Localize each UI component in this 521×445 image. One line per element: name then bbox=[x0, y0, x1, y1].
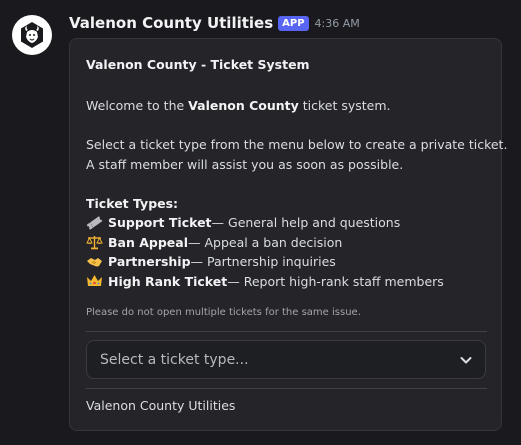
app-badge: APP bbox=[278, 15, 309, 31]
message-timestamp: 4:36 AM bbox=[314, 16, 360, 30]
ticket-type-name: Support Ticket bbox=[108, 215, 212, 230]
author-name[interactable]: Valenon County Utilities bbox=[69, 14, 273, 32]
ticket-type-partnership: Partnership — Partnership inquiries bbox=[86, 252, 491, 272]
divider bbox=[86, 331, 487, 332]
bot-avatar[interactable] bbox=[12, 15, 52, 55]
instructions-line-2: A staff member will assist you as soon a… bbox=[86, 156, 404, 172]
ticket-type-name: Partnership bbox=[108, 254, 191, 269]
chevron-down-icon bbox=[460, 356, 472, 363]
ticket-type-description: — Partnership inquiries bbox=[190, 254, 336, 269]
divider bbox=[86, 388, 487, 389]
ticket-type-description: — General help and questions bbox=[211, 215, 401, 230]
ticket-type-description: — Appeal a ban decision bbox=[187, 234, 343, 250]
ticket-type-description: — Report high-rank staff members bbox=[227, 273, 444, 289]
ticket-type-select[interactable]: Select a ticket type... bbox=[86, 340, 486, 379]
embed-footer: Valenon County Utilities bbox=[86, 398, 236, 413]
footer-note: Please do not open multiple tickets for … bbox=[86, 307, 361, 318]
bot-message: Valenon County Utilities APP 4:36 AM Val… bbox=[0, 0, 521, 445]
instructions-line-1: Select a ticket type from the menu below… bbox=[86, 137, 508, 152]
handshake-icon bbox=[87, 257, 102, 267]
crown-icon bbox=[87, 275, 102, 287]
scales-icon bbox=[86, 236, 103, 250]
welcome-line: Welcome to the Valenon County ticket sys… bbox=[86, 98, 391, 113]
ticket-embed: Valenon County - Ticket System Welcome t… bbox=[69, 38, 508, 431]
select-placeholder: Select a ticket type... bbox=[100, 351, 249, 368]
county-name: Valenon County bbox=[188, 98, 299, 113]
embed-description: Welcome to the Valenon County ticket sys… bbox=[86, 96, 508, 292]
ticket-type-name: High Rank Ticket bbox=[108, 273, 228, 289]
ticket-type-support: Support Ticket — General help and questi… bbox=[86, 213, 491, 233]
embed-title: Valenon County - Ticket System bbox=[86, 57, 310, 72]
ticket-type-high-rank: High Rank Ticket — Report high-rank staf… bbox=[86, 272, 491, 292]
ticket-type-ban-appeal: Ban Appeal — Appeal a ban decision bbox=[86, 233, 491, 253]
ticket-type-name: Ban Appeal bbox=[108, 234, 188, 250]
ticket-types-heading: Ticket Types: bbox=[86, 195, 179, 211]
message-header: Valenon County Utilities APP 4:36 AM bbox=[69, 14, 360, 32]
ticket-icon bbox=[86, 215, 103, 230]
bison-logo-icon bbox=[21, 22, 43, 48]
